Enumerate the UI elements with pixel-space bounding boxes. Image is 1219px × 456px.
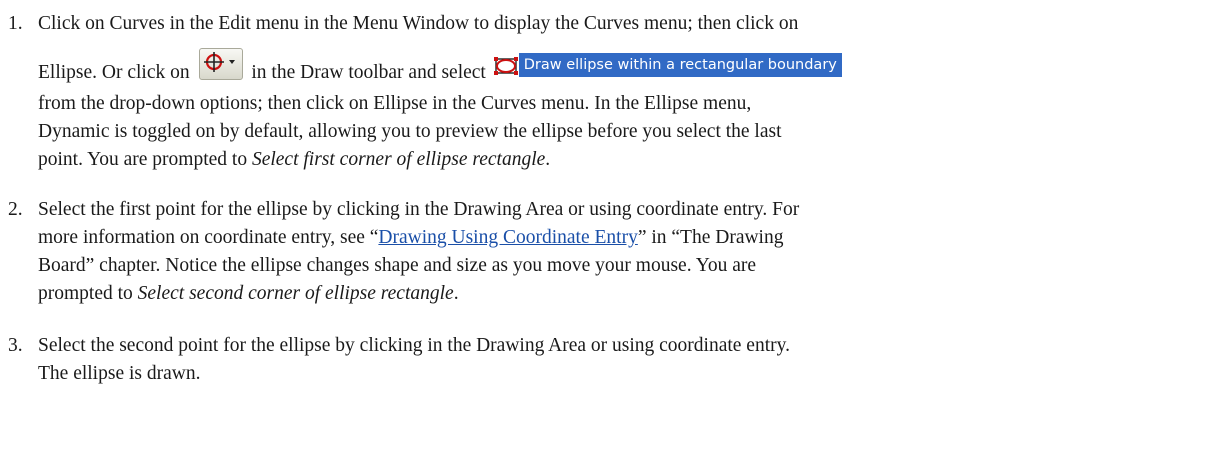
ellipse-crosshair-dropdown-icon xyxy=(203,52,235,72)
step-text-line: Click on Curves in the Edit menu in the … xyxy=(38,13,799,34)
dropdown-option-label: Draw ellipse within a rectangular bounda… xyxy=(518,53,842,77)
step-text-line: prompted to Select second corner of elli… xyxy=(38,278,459,310)
step-text: . xyxy=(453,283,459,304)
step-text: more information on coordinate entry, se… xyxy=(38,227,379,248)
step-text: . xyxy=(545,149,551,170)
step-text-line: The ellipse is drawn. xyxy=(38,363,201,384)
prompt-text: Select first corner of ellipse rectangle xyxy=(251,149,546,170)
prompt-text: Select second corner of ellipse rectangl… xyxy=(137,283,454,304)
step-text: ” in “The Drawing xyxy=(637,227,784,248)
step-text-line: Ellipse. Or click on in the Draw toolbar… xyxy=(38,48,844,93)
step-number: 3. xyxy=(8,335,23,356)
step-number: 1. xyxy=(8,13,23,34)
ellipse-rectangle-boundary-icon xyxy=(492,53,519,77)
dropdown-option-ellipse-rectangle: Draw ellipse within a rectangular bounda… xyxy=(492,52,842,78)
step-text: in the Draw toolbar and select xyxy=(251,62,486,83)
step-text: prompted to xyxy=(38,283,133,304)
step-number: 2. xyxy=(8,199,23,220)
step-text: Ellipse. Or click on xyxy=(38,62,190,83)
step-text-line: point. You are prompted to Select first … xyxy=(38,144,550,176)
drawing-using-coordinate-entry-link[interactable]: Drawing Using Coordinate Entry xyxy=(378,227,637,248)
step-text: point. You are prompted to xyxy=(38,149,248,170)
draw-toolbar-ellipse-button xyxy=(198,48,243,80)
